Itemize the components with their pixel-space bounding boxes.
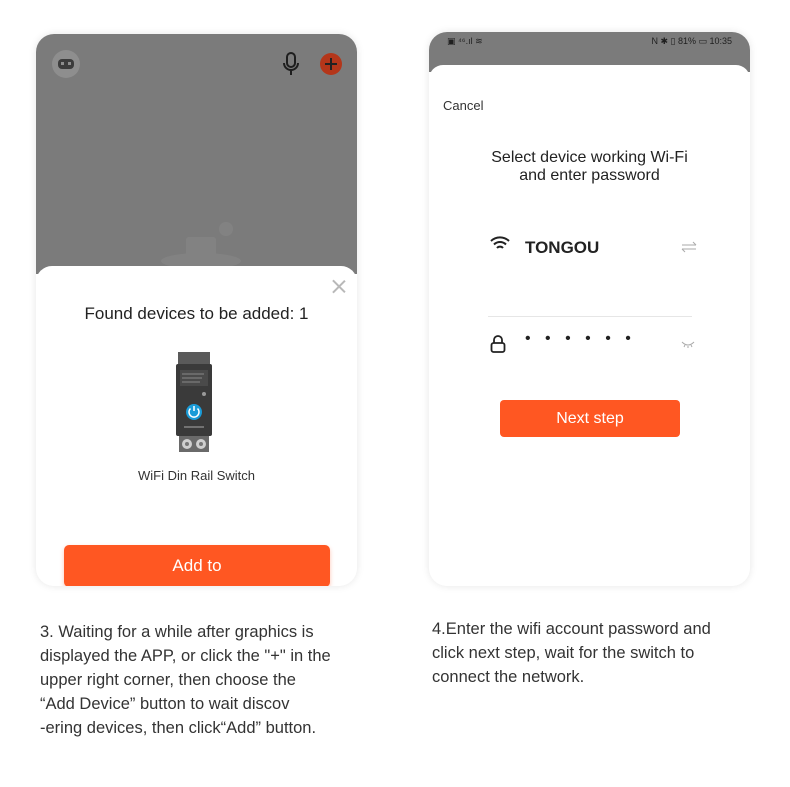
password-input[interactable]: • • • • • •	[525, 330, 636, 348]
din-rail-switch-image	[176, 352, 212, 452]
wifi-ssid-field[interactable]: TONGOU	[525, 238, 599, 258]
dimmed-home-background	[36, 34, 357, 274]
caption-line: 3. Waiting for a while after graphics is	[40, 623, 314, 641]
wifi-setup-title-line1: Select device working Wi-Fi	[491, 149, 688, 166]
empty-state-illustration	[161, 222, 241, 269]
status-battery-time: N ✱ ▯ 81% ▭ 10:35	[651, 36, 732, 46]
hide-password-eye-icon[interactable]	[681, 340, 695, 348]
phone-screen-right: ▣ ⁴⁶.ıl ≋ N ✱ ▯ 81% ▭ 10:35 Cancel Selec…	[429, 32, 750, 586]
wifi-icon	[490, 236, 510, 249]
lock-icon	[490, 335, 506, 353]
microphone-icon[interactable]	[282, 52, 300, 76]
caption-line: upper right corner, then choose the	[40, 671, 296, 689]
phone-screen-left: Found devices to be added: 1 WiFi Din Ra…	[36, 34, 357, 586]
caption-line: “Add Device” button to wait discov	[40, 695, 290, 713]
caption-line: -ering devices, then click“Add” button.	[40, 719, 317, 737]
cancel-button[interactable]: Cancel	[443, 98, 483, 113]
robot-avatar-icon[interactable]	[52, 50, 80, 78]
caption-line: connect the network.	[432, 668, 585, 686]
field-divider	[488, 316, 692, 317]
caption-line: 4.Enter the wifi account password and	[432, 620, 711, 638]
caption-line: click next step, wait for the switch to	[432, 644, 695, 662]
caption-line: displayed the APP, or click the "+" in t…	[40, 647, 331, 665]
wifi-setup-title: Select device working Wi-Fi and enter pa…	[429, 149, 750, 185]
wifi-setup-title-line2: and enter password	[519, 167, 660, 184]
device-name-label: WiFi Din Rail Switch	[137, 468, 255, 483]
close-icon[interactable]	[331, 278, 347, 294]
step-4-caption: 4.Enter the wifi account password and cl…	[432, 617, 767, 689]
found-devices-sheet: Found devices to be added: 1 WiFi Din Ra…	[36, 266, 357, 586]
switch-network-icon[interactable]	[681, 241, 697, 253]
wifi-setup-card: Cancel Select device working Wi-Fi and e…	[429, 65, 750, 586]
status-signal-indicators: ▣ ⁴⁶.ıl ≋	[447, 36, 483, 46]
found-devices-title: Found devices to be added: 1	[84, 304, 309, 323]
step-3-caption: 3. Waiting for a while after graphics is…	[40, 620, 390, 740]
next-step-button[interactable]: Next step	[500, 400, 680, 437]
add-device-plus-icon[interactable]	[320, 53, 342, 75]
add-to-button[interactable]: Add to	[64, 545, 330, 586]
